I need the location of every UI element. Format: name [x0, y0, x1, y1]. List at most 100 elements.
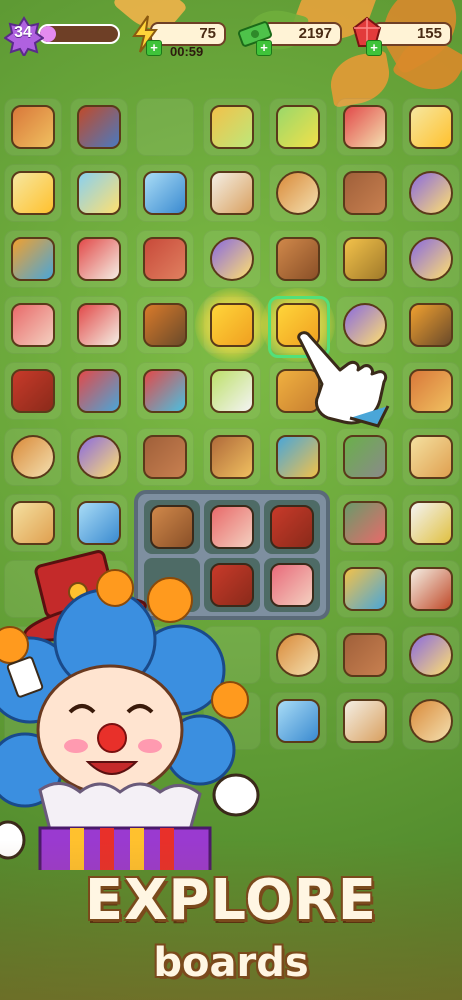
food-truck-icon[interactable]: [77, 303, 121, 347]
board-cell[interactable]: [203, 164, 261, 222]
sausage-skewer-icon[interactable]: [11, 369, 55, 413]
tin-box-icon[interactable]: [143, 237, 187, 281]
picnic-table-icon[interactable]: [343, 105, 387, 149]
bolt-card-icon[interactable]: [11, 171, 55, 215]
board-cell[interactable]: [70, 296, 128, 354]
board-cell[interactable]: [136, 164, 194, 222]
map-scroll-icon[interactable]: [409, 435, 453, 479]
gems-counter[interactable]: 155: [372, 22, 452, 46]
bacon-skewer-icon[interactable]: [11, 303, 55, 347]
board-cell[interactable]: [195, 288, 269, 362]
level-badge[interactable]: 34: [4, 16, 44, 56]
compass-icon[interactable]: [11, 435, 55, 479]
board-cell[interactable]: [336, 98, 394, 156]
board-cell[interactable]: [70, 164, 128, 222]
camper-man-icon[interactable]: [77, 105, 121, 149]
board-cell[interactable]: [402, 692, 460, 750]
board-cell[interactable]: [136, 230, 194, 288]
stool-chair-icon[interactable]: [210, 435, 254, 479]
board-cell[interactable]: [402, 362, 460, 420]
compass-icon[interactable]: [409, 699, 453, 743]
oil-lantern-icon[interactable]: [143, 303, 187, 347]
board-cell[interactable]: [70, 98, 128, 156]
board-cell[interactable]: [4, 164, 62, 222]
board-cell[interactable]: [269, 428, 327, 486]
board-cell[interactable]: [70, 362, 128, 420]
board-cell[interactable]: [336, 626, 394, 684]
lunch-box-icon[interactable]: [143, 171, 187, 215]
cactus-tools-icon[interactable]: [343, 435, 387, 479]
cash-plus-icon[interactable]: +: [256, 40, 272, 56]
board-cell[interactable]: [336, 692, 394, 750]
board-cell[interactable]: [336, 230, 394, 288]
board-cell[interactable]: [336, 560, 394, 618]
photo-card-icon[interactable]: [343, 699, 387, 743]
board-cell[interactable]: [136, 428, 194, 486]
board-cell[interactable]: [402, 164, 460, 222]
board-cell[interactable]: [336, 494, 394, 552]
compass-icon[interactable]: [276, 171, 320, 215]
promo-subtitle: boards: [153, 940, 309, 986]
bolt-orb-icon[interactable]: [409, 633, 453, 677]
spray-bottle-icon[interactable]: [143, 369, 187, 413]
landscape-card-icon[interactable]: [343, 567, 387, 611]
board-cell[interactable]: [402, 230, 460, 288]
photo-card-icon[interactable]: [210, 171, 254, 215]
food-truck-icon[interactable]: [77, 237, 121, 281]
knife-icon[interactable]: [210, 369, 254, 413]
bolt-card-icon[interactable]: [409, 105, 453, 149]
pointing-hand-icon: [297, 331, 390, 428]
scissors-icon[interactable]: [409, 501, 453, 545]
board-cell[interactable]: [336, 164, 394, 222]
energy-plus-icon[interactable]: +: [146, 40, 162, 56]
board-cell[interactable]: [4, 98, 62, 156]
hot-air-balloon-icon[interactable]: [11, 237, 55, 281]
board-cell[interactable]: [136, 98, 194, 156]
basket-icon[interactable]: [343, 171, 387, 215]
board-cell[interactable]: [203, 98, 261, 156]
cooler-box-icon[interactable]: [77, 171, 121, 215]
camp-stove-icon[interactable]: [409, 303, 453, 347]
board-cell[interactable]: [402, 560, 460, 618]
board-cell[interactable]: [4, 428, 62, 486]
board-cell[interactable]: [70, 230, 128, 288]
board-cell[interactable]: [402, 494, 460, 552]
board-cell[interactable]: [336, 428, 394, 486]
board-cell[interactable]: [4, 230, 62, 288]
map-scroll-icon[interactable]: [11, 501, 55, 545]
lunch-box-icon[interactable]: [77, 501, 121, 545]
gems-plus-icon[interactable]: +: [366, 40, 382, 56]
board-cell[interactable]: [402, 296, 460, 354]
board-cell[interactable]: [203, 230, 261, 288]
meat-skewer-icon[interactable]: [276, 237, 320, 281]
board-cell[interactable]: [4, 296, 62, 354]
board-cell[interactable]: [402, 428, 460, 486]
board-cell[interactable]: [402, 98, 460, 156]
flashlight-icon[interactable]: [343, 237, 387, 281]
treasure-chest-icon[interactable]: [276, 435, 320, 479]
tool-kit-icon[interactable]: [343, 501, 387, 545]
board-cell[interactable]: [269, 98, 327, 156]
board-cell[interactable]: [136, 362, 194, 420]
fire-extinguisher-icon[interactable]: [77, 369, 121, 413]
board-cell[interactable]: [4, 362, 62, 420]
board-cell[interactable]: [136, 296, 194, 354]
lantern-jar-icon[interactable]: [276, 105, 320, 149]
board-cell[interactable]: [70, 428, 128, 486]
bolt-orb-icon[interactable]: [409, 237, 453, 281]
board-cell[interactable]: [203, 362, 261, 420]
bolt-orb-icon[interactable]: [409, 171, 453, 215]
corn-skewer-icon[interactable]: [210, 303, 254, 347]
tent-icon[interactable]: [11, 105, 55, 149]
board-cell[interactable]: [269, 164, 327, 222]
tent-icon[interactable]: [409, 369, 453, 413]
camper-photo-icon[interactable]: [409, 567, 453, 611]
bolt-orb-icon[interactable]: [210, 237, 254, 281]
basket-icon[interactable]: [143, 435, 187, 479]
board-cell[interactable]: [203, 428, 261, 486]
juice-cup-icon[interactable]: [210, 105, 254, 149]
board-cell[interactable]: [269, 230, 327, 288]
bolt-orb-icon[interactable]: [77, 435, 121, 479]
board-cell[interactable]: [402, 626, 460, 684]
basket-icon[interactable]: [343, 633, 387, 677]
